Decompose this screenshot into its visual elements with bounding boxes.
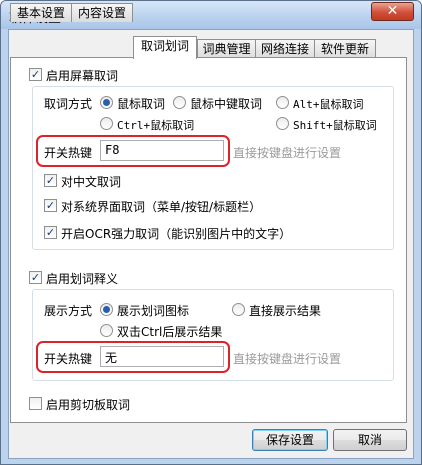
clipboard-capture-checkbox[interactable]: [29, 397, 42, 410]
tab-content[interactable]: 内容设置: [71, 3, 133, 22]
enable-selection-checkbox[interactable]: ✓: [29, 271, 42, 284]
mode-shift-radio[interactable]: [276, 117, 289, 130]
capture-mode-label: 取词方式: [44, 97, 93, 111]
mode-shift-label: Shift+鼠标取词: [293, 119, 377, 132]
selection-hotkey-label: 开关热键: [44, 352, 93, 366]
enable-capture-checkbox[interactable]: ✓: [29, 68, 42, 81]
save-button[interactable]: 保存设置: [252, 429, 328, 451]
chinese-capture-checkbox[interactable]: ✓: [44, 174, 57, 187]
capture-hotkey-input[interactable]: F8: [100, 140, 224, 161]
tab-capture[interactable]: 取词划词: [133, 36, 197, 59]
cancel-button[interactable]: 取消: [333, 429, 407, 451]
capture-hotkey-label: 开关热键: [44, 146, 93, 160]
close-button[interactable]: ✕: [371, 2, 414, 21]
mode-ctrl-label: Ctrl+鼠标取词: [117, 119, 195, 132]
tab-network[interactable]: 网络连接: [255, 39, 315, 58]
mode-middle-click-radio[interactable]: [173, 96, 186, 109]
ocr-capture-checkbox[interactable]: ✓: [44, 226, 57, 239]
mode-alt-label: Alt+鼠标取词: [293, 98, 364, 111]
show-icon-label: 展示划词图标: [117, 304, 190, 318]
selection-mode-label: 展示方式: [44, 304, 93, 318]
tab-update[interactable]: 软件更新: [314, 39, 376, 58]
double-ctrl-label: 双击Ctrl后展示结果: [117, 325, 223, 339]
system-ui-capture-checkbox[interactable]: ✓: [44, 199, 57, 212]
double-ctrl-radio[interactable]: [100, 324, 113, 337]
show-direct-label: 直接展示结果: [249, 304, 322, 318]
enable-capture-label: 启用屏幕取词: [46, 69, 119, 83]
tab-dictionary[interactable]: 词典管理: [197, 39, 256, 58]
selection-hotkey-input[interactable]: 无: [100, 346, 224, 367]
mode-mouse-radio[interactable]: [100, 96, 113, 109]
show-icon-radio[interactable]: [100, 303, 113, 316]
mode-middle-click-label: 鼠标中键取词: [190, 97, 263, 111]
capture-hotkey-hint: 直接按键盘进行设置: [233, 146, 342, 160]
clipboard-capture-label: 启用剪切板取词: [46, 398, 131, 412]
mode-ctrl-radio[interactable]: [100, 117, 113, 130]
system-ui-capture-label: 对系统界面取词（菜单/按钮/标题栏）: [61, 200, 262, 214]
mode-alt-radio[interactable]: [276, 96, 289, 109]
mode-mouse-label: 鼠标取词: [117, 97, 166, 111]
enable-selection-label: 启用划词释义: [46, 272, 119, 286]
chinese-capture-label: 对中文取词: [61, 175, 122, 189]
show-direct-radio[interactable]: [232, 303, 245, 316]
selection-hotkey-hint: 直接按键盘进行设置: [233, 352, 342, 366]
ocr-capture-label: 开启OCR强力取词（能识别图片中的文字）: [61, 227, 292, 241]
tab-basic[interactable]: 基本设置: [10, 3, 72, 22]
